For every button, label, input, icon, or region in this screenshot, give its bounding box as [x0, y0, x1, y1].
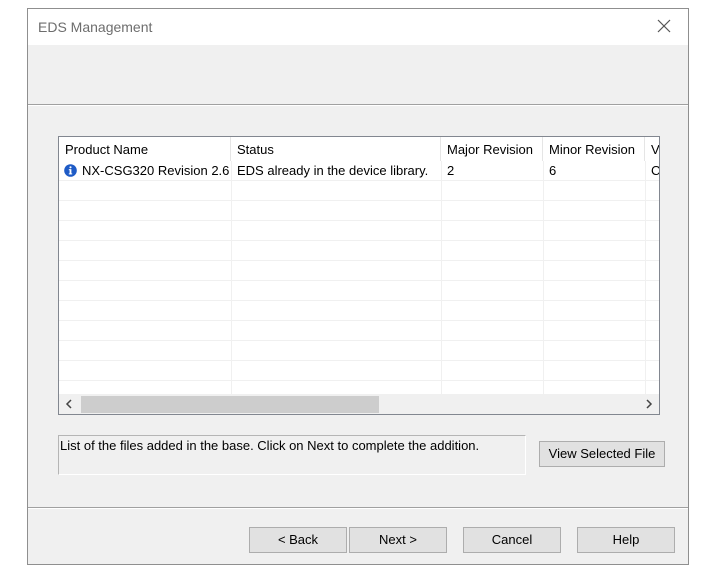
close-button[interactable]	[642, 9, 688, 45]
list-item[interactable]: NX-CSG320 Revision 2.6 EDS already in th…	[59, 161, 659, 181]
list-rows: NX-CSG320 Revision 2.6 EDS already in th…	[59, 161, 659, 381]
scroll-left-button[interactable]	[59, 394, 79, 414]
view-selected-file-button[interactable]: View Selected File	[539, 441, 665, 467]
list-item	[59, 321, 659, 341]
eds-management-dialog: EDS Management Product Name Status Major…	[27, 8, 689, 565]
footer-divider-highlight	[28, 508, 688, 509]
scroll-thumb[interactable]	[81, 396, 379, 413]
list-item	[59, 301, 659, 321]
column-header-major-revision[interactable]: Major Revision	[441, 137, 543, 161]
cell-minor-revision: 6	[549, 163, 557, 178]
column-header-product-name[interactable]: Product Name	[59, 137, 231, 161]
cell-major-revision: 2	[447, 163, 455, 178]
title-bar: EDS Management	[28, 9, 688, 45]
list-header: Product Name Status Major Revision Minor…	[59, 137, 659, 161]
column-header-v[interactable]: V	[645, 137, 659, 161]
list-item	[59, 201, 659, 221]
cell-status: EDS already in the device library.	[237, 163, 429, 178]
help-button[interactable]: Help	[577, 527, 675, 553]
list-item	[59, 241, 659, 261]
list-item	[59, 361, 659, 381]
wizard-header	[28, 45, 688, 105]
list-item	[59, 221, 659, 241]
list-item	[59, 261, 659, 281]
chevron-left-icon	[65, 399, 72, 409]
list-viewport: Product Name Status Major Revision Minor…	[59, 137, 659, 395]
list-item	[59, 281, 659, 301]
list-item	[59, 181, 659, 201]
next-button[interactable]: Next >	[349, 527, 447, 553]
eds-file-list[interactable]: Product Name Status Major Revision Minor…	[58, 136, 660, 415]
list-item	[59, 341, 659, 361]
cell-product-name: NX-CSG320 Revision 2.6	[82, 163, 230, 178]
header-divider	[28, 105, 688, 106]
cancel-button[interactable]: Cancel	[463, 527, 561, 553]
window-title: EDS Management	[38, 19, 153, 35]
status-message: List of the files added in the base. Cli…	[58, 435, 526, 475]
back-button[interactable]: < Back	[249, 527, 347, 553]
column-header-minor-revision[interactable]: Minor Revision	[543, 137, 645, 161]
column-header-status[interactable]: Status	[231, 137, 441, 161]
close-icon	[657, 19, 671, 33]
horizontal-scrollbar[interactable]	[59, 394, 659, 414]
chevron-right-icon	[646, 399, 653, 409]
scroll-right-button[interactable]	[639, 394, 659, 414]
cell-v: C	[645, 161, 659, 180]
